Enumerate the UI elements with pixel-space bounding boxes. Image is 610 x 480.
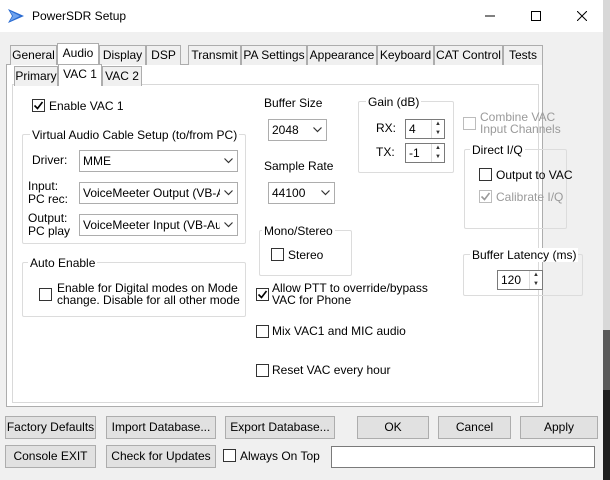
combine-vac-checkbox[interactable] [463, 117, 476, 130]
sample-rate-title: Sample Rate [264, 159, 334, 173]
import-database-button[interactable]: Import Database... [106, 416, 216, 439]
buffer-latency-value: 120 [501, 273, 522, 287]
tab-general[interactable]: General [10, 45, 57, 65]
tab-cat-control[interactable]: CAT Control [434, 45, 503, 65]
auto-enable-title: Auto Enable [28, 256, 98, 270]
subtab-primary[interactable]: Primary [14, 66, 58, 86]
combine-vac-label-line2: Input Channels [480, 122, 561, 136]
mix-vac-mic-label: Mix VAC1 and MIC audio [272, 324, 406, 338]
always-on-top-checkbox[interactable] [223, 449, 236, 462]
output-label: Output: [28, 211, 68, 225]
checkmark-icon [480, 192, 491, 201]
export-database-button[interactable]: Export Database... [225, 416, 335, 439]
stereo-label: Stereo [288, 248, 324, 262]
buffer-size-title: Buffer Size [264, 96, 323, 110]
auto-enable-checkbox[interactable] [39, 288, 52, 301]
spinner-arrows-icon[interactable]: ▲ ▼ [431, 144, 444, 162]
ok-button[interactable]: OK [357, 416, 429, 439]
tab-display[interactable]: Display [99, 45, 146, 65]
minimize-icon [485, 15, 495, 17]
output-to-vac-checkbox[interactable] [479, 168, 492, 181]
chevron-down-icon [309, 120, 326, 140]
chevron-down-icon [220, 215, 237, 235]
status-text-field[interactable] [331, 446, 595, 468]
enable-vac1-checkbox[interactable] [32, 99, 45, 112]
tab-dsp[interactable]: DSP [146, 45, 181, 65]
sample-rate-value: 44100 [272, 186, 306, 200]
vac-setup-title: Virtual Audio Cable Setup (to/from PC) [30, 128, 240, 142]
check-updates-button[interactable]: Check for Updates [106, 445, 216, 468]
tab-tests[interactable]: Tests [503, 45, 543, 65]
driver-value: MME [83, 154, 111, 168]
tab-keyboard[interactable]: Keyboard [377, 45, 434, 65]
subtab-vac2[interactable]: VAC 2 [102, 66, 142, 86]
input-device-value: VoiceMeeter Output (VB-Auc [83, 186, 238, 200]
output-device-value: VoiceMeeter Input (VB-Audic [83, 218, 238, 232]
title-bar[interactable]: PowerSDR Setup [0, 0, 603, 32]
allow-ptt-label-line2: VAC for Phone [272, 293, 352, 307]
mono-stereo-title: Mono/Stereo [262, 224, 335, 238]
buffer-size-value: 2048 [272, 123, 299, 137]
stereo-checkbox[interactable] [271, 248, 284, 261]
chevron-down-icon [220, 183, 237, 203]
tx-gain-value: -1 [409, 146, 420, 160]
tx-gain-label: TX: [376, 145, 395, 159]
output-device-select[interactable]: VoiceMeeter Input (VB-Audic [79, 214, 238, 236]
reset-vac-checkbox[interactable] [256, 364, 269, 377]
rx-gain-label: RX: [376, 121, 397, 135]
rx-gain-spinner[interactable]: 4 ▲ ▼ [405, 119, 445, 139]
buffer-latency-title: Buffer Latency (ms) [470, 248, 579, 262]
maximize-button[interactable] [513, 0, 559, 32]
sample-rate-select[interactable]: 44100 [268, 182, 335, 204]
driver-label: Driver: [32, 153, 68, 167]
chevron-down-icon [220, 151, 237, 171]
tx-gain-spinner[interactable]: -1 ▲ ▼ [405, 143, 445, 163]
close-button[interactable] [559, 0, 605, 32]
mix-vac-mic-checkbox[interactable] [256, 325, 269, 338]
spinner-arrows-icon[interactable]: ▲ ▼ [529, 271, 542, 289]
cancel-button[interactable]: Cancel [438, 416, 511, 439]
gain-title: Gain (dB) [366, 95, 422, 109]
buffer-latency-spinner[interactable]: 120 ▲ ▼ [497, 270, 543, 290]
rx-gain-value: 4 [409, 122, 416, 136]
checkmark-icon [33, 101, 44, 110]
checkmark-icon [257, 290, 268, 299]
allow-ptt-checkbox[interactable] [256, 288, 269, 301]
buffer-size-select[interactable]: 2048 [268, 119, 327, 141]
subtab-vac1[interactable]: VAC 1 [58, 64, 102, 86]
output-label-pc-play: PC play [28, 224, 71, 238]
input-label-pc-rec: PC rec: [28, 192, 69, 206]
calibrate-iq-label: Calibrate I/Q [496, 190, 564, 204]
calibrate-iq-checkbox[interactable] [479, 190, 492, 203]
close-icon [577, 11, 587, 21]
always-on-top-label: Always On Top [240, 449, 320, 463]
driver-select[interactable]: MME [79, 150, 238, 172]
desktop-background [603, 0, 610, 480]
output-to-vac-label: Output to VAC [496, 168, 573, 182]
tab-pa-settings[interactable]: PA Settings [241, 45, 307, 65]
factory-defaults-button[interactable]: Factory Defaults [5, 416, 96, 439]
input-device-select[interactable]: VoiceMeeter Output (VB-Auc [79, 182, 238, 204]
input-label: Input: [28, 179, 59, 193]
spinner-arrows-icon[interactable]: ▲ ▼ [431, 120, 444, 138]
direct-iq-group [464, 149, 567, 229]
reset-vac-label: Reset VAC every hour [272, 363, 391, 377]
tab-appearance[interactable]: Appearance [307, 45, 377, 65]
tab-transmit[interactable]: Transmit [188, 45, 241, 65]
auto-enable-label-line2: change. Disable for all other mode [57, 293, 240, 307]
window-title: PowerSDR Setup [32, 9, 127, 23]
console-exit-button[interactable]: Console EXIT [5, 445, 96, 468]
tab-audio[interactable]: Audio [57, 43, 99, 65]
enable-vac1-label: Enable VAC 1 [49, 99, 124, 113]
direct-iq-title: Direct I/Q [470, 143, 525, 157]
app-icon [8, 9, 24, 23]
apply-button[interactable]: Apply [520, 416, 598, 439]
chevron-down-icon [317, 183, 334, 203]
maximize-icon [531, 11, 541, 21]
minimize-button[interactable] [467, 0, 513, 32]
